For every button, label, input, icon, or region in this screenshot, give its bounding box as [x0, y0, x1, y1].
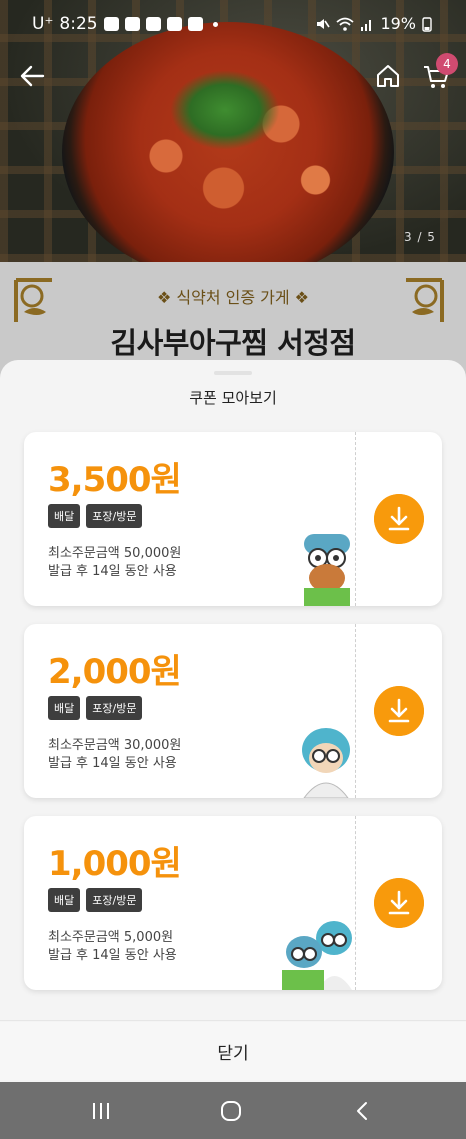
store-hero-image: U⁺ 8:25 19% 4 3 / 5	[0, 0, 466, 262]
herb-garnish	[170, 70, 280, 150]
home-nav-icon[interactable]	[220, 1100, 242, 1122]
cart-count-badge: 4	[436, 53, 458, 75]
download-icon[interactable]	[374, 686, 424, 736]
coupon-divider	[355, 816, 356, 990]
carrier-label: U⁺	[32, 14, 54, 34]
tag-delivery: 배달	[48, 504, 81, 528]
back-nav-icon[interactable]	[352, 1100, 374, 1122]
tag-pickup: 포장/방문	[86, 504, 143, 528]
recents-icon[interactable]	[90, 1100, 112, 1122]
coupon-card: 2,000원 배달 포장/방문 최소주문금액 30,000원 발급 후 14일 …	[24, 624, 442, 798]
battery-icon	[422, 16, 432, 32]
coupon-amount: 2,000원	[48, 652, 182, 692]
download-icon[interactable]	[374, 494, 424, 544]
wifi-icon	[336, 17, 355, 31]
status-bar: U⁺ 8:25 19%	[0, 0, 466, 50]
coupon-bottom-sheet: 쿠폰 모아보기 3,500원 배달 포장/방문 최소주문금액 50,000원 발…	[0, 360, 466, 1082]
close-button[interactable]: 닫기	[0, 1022, 466, 1080]
coupon-card: 3,500원 배달 포장/방문 최소주문금액 50,000원 발급 후 14일 …	[24, 432, 442, 606]
coupon-amount: 1,000원	[48, 844, 182, 884]
sheet-drag-handle[interactable]	[214, 371, 252, 375]
gallery-notification-icon	[166, 17, 182, 31]
shield-notification-icon	[187, 17, 203, 31]
tag-pickup: 포장/방문	[86, 696, 143, 720]
image-page-indicator: 3 / 5	[404, 230, 436, 244]
talk-notification-icon	[103, 17, 119, 31]
coupon-validity: 발급 후 14일 동안 사용	[48, 564, 177, 579]
battery-percent: 19%	[380, 14, 416, 33]
coupon-min-order: 최소주문금액 30,000원	[48, 738, 182, 753]
clock-time: 8:25	[59, 14, 98, 34]
mascot-characters-icon	[282, 921, 352, 990]
coupon-validity: 발급 후 14일 동안 사용	[48, 756, 177, 771]
tag-delivery: 배달	[48, 696, 81, 720]
mascot-character-icon	[302, 728, 350, 798]
coupon-divider	[355, 624, 356, 798]
mute-icon	[317, 18, 331, 29]
instagram-notification-icon	[145, 17, 161, 31]
tag-delivery: 배달	[48, 888, 81, 912]
coupon-divider	[355, 432, 356, 606]
coupon-validity: 발급 후 14일 동안 사용	[48, 948, 177, 963]
mascot-character-icon	[304, 534, 350, 606]
certification-label: ❖ 식약처 인증 가게 ❖	[156, 288, 310, 307]
message-notification-icon	[124, 17, 140, 31]
coupon-amount: 3,500원	[48, 460, 182, 500]
download-icon[interactable]	[374, 878, 424, 928]
sheet-footer-divider	[0, 1020, 466, 1021]
coupon-card: 1,000원 배달 포장/방문 최소주문금액 5,000원 발급 후 14일 동…	[24, 816, 442, 990]
back-arrow-icon[interactable]	[18, 62, 46, 90]
home-icon[interactable]	[374, 62, 402, 90]
more-notifications-icon	[212, 21, 218, 27]
system-navigation-bar	[0, 1082, 466, 1139]
store-name: 김사부아구찜 서정점	[110, 326, 356, 360]
sheet-title: 쿠폰 모아보기	[189, 389, 277, 407]
coupon-min-order: 최소주문금액 50,000원	[48, 546, 182, 561]
signal-icon	[361, 19, 372, 31]
coupon-min-order: 최소주문금액 5,000원	[48, 930, 174, 945]
tag-pickup: 포장/방문	[86, 888, 143, 912]
